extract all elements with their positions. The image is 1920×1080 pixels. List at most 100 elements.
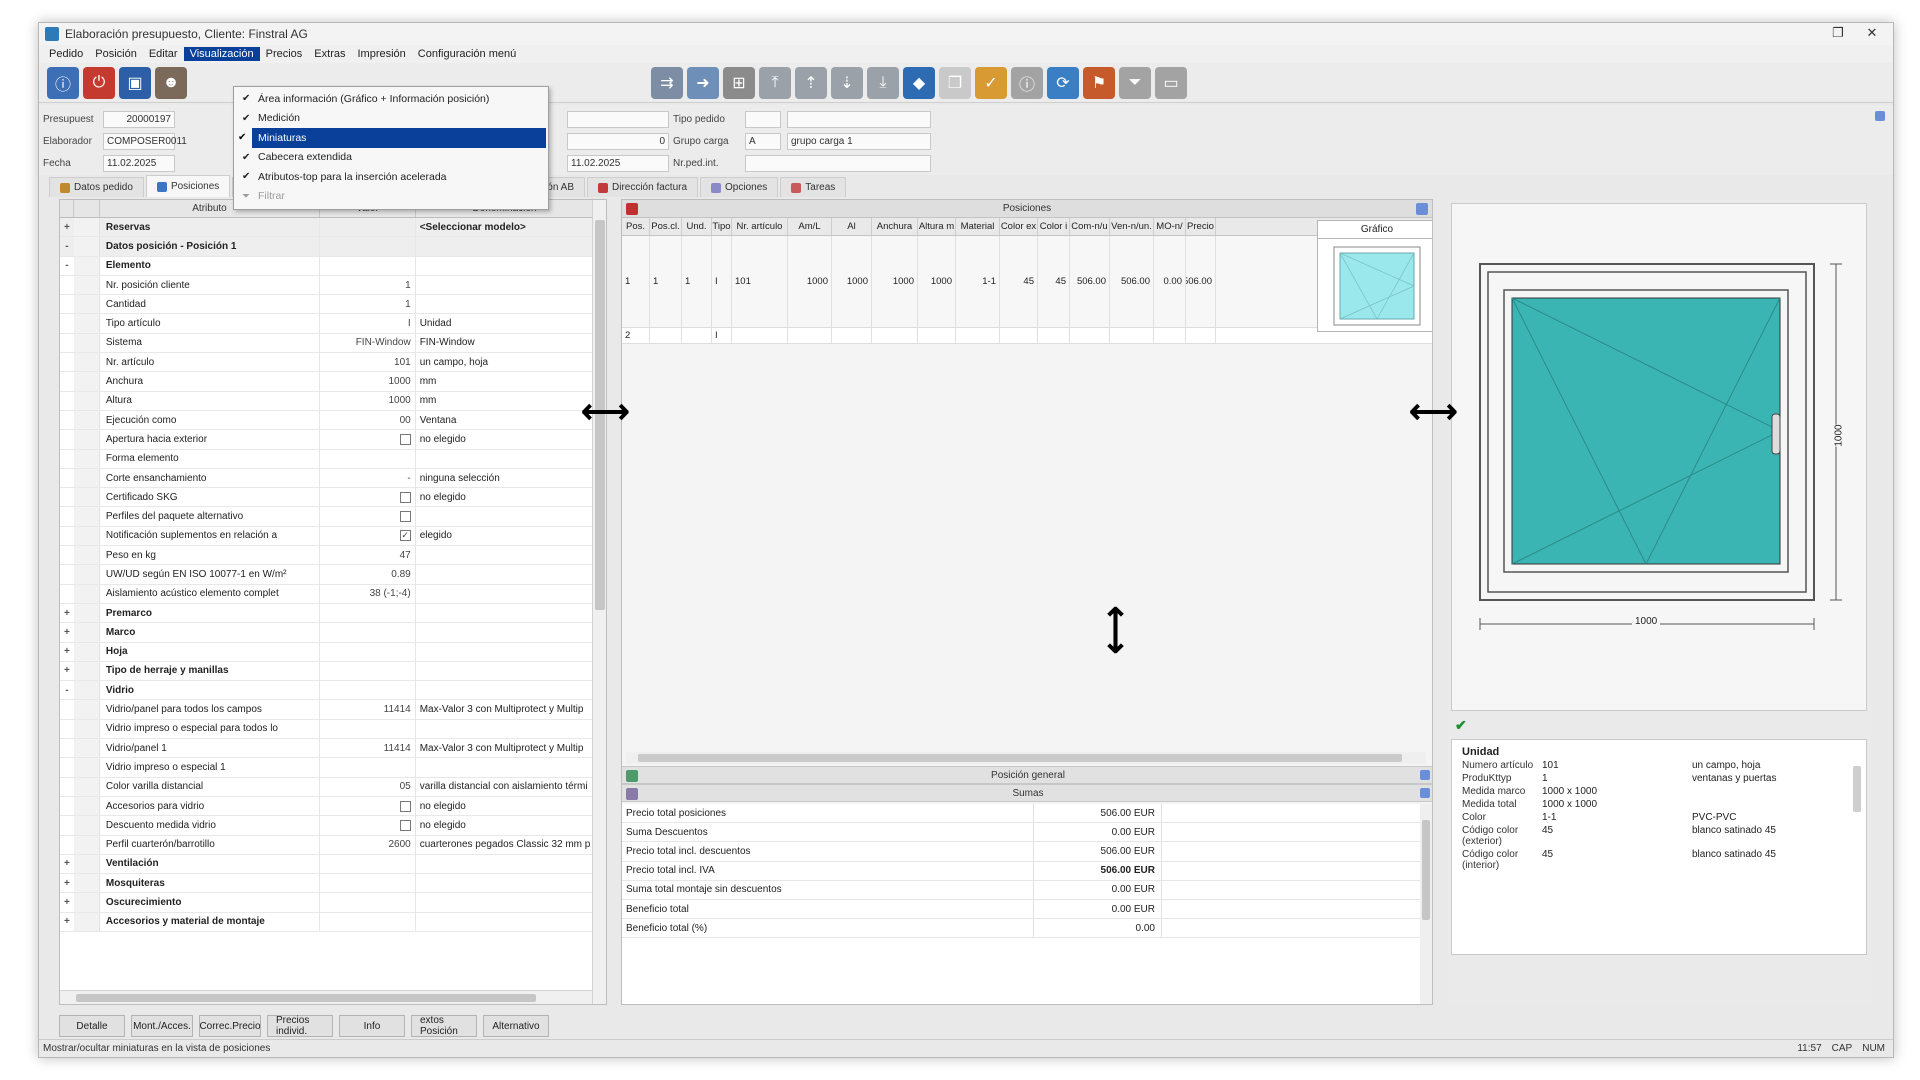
attribute-value[interactable] bbox=[319, 237, 415, 256]
menu-item-1[interactable]: ✔ Medición bbox=[234, 109, 548, 129]
expand-icon[interactable]: + bbox=[60, 858, 74, 869]
window-thumbnail[interactable] bbox=[1318, 239, 1433, 331]
attribute-row[interactable]: Descuento medida vidrio no elegido bbox=[60, 816, 606, 836]
attribute-value[interactable]: ✓ bbox=[319, 526, 415, 546]
attribute-value[interactable] bbox=[319, 854, 415, 874]
attribute-value[interactable] bbox=[319, 256, 415, 275]
attribute-row[interactable]: Notificación suplementos en relación a ✓ e… bbox=[60, 526, 606, 547]
copy-icon[interactable]: ❐ bbox=[939, 66, 971, 99]
attribute-row[interactable]: Perfil cuarterón/barrotillo 2600 cuarteron… bbox=[60, 835, 606, 855]
sums-vscroll[interactable] bbox=[1420, 804, 1432, 1004]
attribute-value[interactable]: 1000 bbox=[319, 391, 415, 410]
attribute-row[interactable]: Forma elemento bbox=[60, 449, 606, 469]
attribute-row[interactable]: Altura 1000 mm bbox=[60, 391, 606, 411]
bottom-button-6[interactable]: Alternativo bbox=[483, 1015, 549, 1037]
menu-item-2[interactable]: ✔ Miniaturas bbox=[238, 128, 546, 148]
attribute-checkbox[interactable] bbox=[399, 511, 411, 523]
arrow-right-icon[interactable]: ➜ bbox=[687, 66, 719, 99]
attribute-value[interactable] bbox=[319, 893, 415, 912]
expand-icon[interactable]: + bbox=[60, 897, 74, 908]
attribute-row[interactable]: Vidrio impreso o especial para todos lo bbox=[60, 719, 606, 740]
sums-bar[interactable]: Sumas bbox=[622, 784, 1432, 802]
menu-item-4[interactable]: ✔ Atributos-top para la inserción acelera… bbox=[234, 167, 548, 187]
tipo-pedido-code[interactable] bbox=[745, 111, 781, 128]
attribute-row[interactable]: Tipo artículo I Unidad bbox=[60, 314, 606, 334]
grupo-carga-code[interactable]: A bbox=[745, 133, 781, 150]
tab-0[interactable]: Datos pedido bbox=[49, 177, 144, 197]
info-icon[interactable]: ⓘ bbox=[47, 66, 79, 99]
down-icon[interactable]: ⇣ bbox=[831, 66, 863, 99]
help-icon[interactable]: ⓘ bbox=[1011, 66, 1043, 99]
bottom-button-3[interactable]: Precios individ. bbox=[267, 1015, 333, 1037]
attribute-checkbox[interactable]: ✓ bbox=[399, 530, 411, 542]
menu-editar[interactable]: Editar bbox=[143, 47, 184, 61]
grid-col-header[interactable]: Pos.cl. bbox=[650, 218, 682, 235]
attribute-row[interactable]: Aislamiento acústico elemento complet 38 … bbox=[60, 584, 606, 604]
clipboard-icon[interactable]: ▭ bbox=[1155, 66, 1187, 99]
attribute-value[interactable] bbox=[319, 430, 415, 449]
attribute-value[interactable]: FIN-Window bbox=[319, 333, 415, 353]
attribute-row[interactable]: Vidrio impreso o especial 1 bbox=[60, 758, 606, 778]
attribute-row[interactable]: Vidrio/panel para todos los campos 11414 M… bbox=[60, 700, 606, 720]
menu-item-0[interactable]: ✔ Área información (Gráfico + Información… bbox=[234, 89, 548, 109]
attribute-row[interactable]: Apertura hacia exterior no elegido bbox=[60, 430, 606, 450]
collapse-icon[interactable]: - bbox=[60, 241, 74, 252]
attribute-value[interactable]: 05 bbox=[319, 777, 415, 796]
tab-6[interactable]: Opciones bbox=[700, 177, 779, 197]
tab-1[interactable]: Posiciones bbox=[145, 175, 231, 197]
grid-col-header[interactable]: Pos. bbox=[622, 218, 650, 235]
fecha2-field[interactable]: 11.02.2025 bbox=[567, 155, 669, 172]
attribute-row[interactable]: Ejecución como 00 Ventana bbox=[60, 410, 606, 431]
up-icon[interactable]: ⇡ bbox=[795, 66, 827, 99]
grid-col-header[interactable]: Und. bbox=[682, 218, 712, 235]
attribute-value[interactable]: 1 bbox=[319, 295, 415, 314]
attribute-value[interactable]: 38 (-1;-4) bbox=[319, 584, 415, 603]
attribute-value[interactable] bbox=[319, 642, 415, 661]
menu-configuracion[interactable]: Configuración menú bbox=[412, 47, 522, 61]
attribute-hscroll[interactable] bbox=[60, 990, 592, 1004]
attribute-vscroll[interactable] bbox=[592, 200, 606, 1004]
tab-7[interactable]: Tareas bbox=[780, 177, 847, 197]
grid-col-header[interactable]: Tipo bbox=[712, 218, 732, 235]
attribute-row[interactable]: + Tipo de herraje y manillas bbox=[60, 661, 606, 682]
bottom-button-0[interactable]: Detalle bbox=[59, 1015, 125, 1037]
grid-col-header[interactable]: Anchura bbox=[872, 218, 918, 235]
attribute-value[interactable]: 11414 bbox=[319, 700, 415, 719]
attribute-value[interactable] bbox=[319, 816, 415, 835]
attribute-row[interactable]: Certificado SKG no elegido bbox=[60, 488, 606, 508]
attribute-value[interactable] bbox=[319, 449, 415, 468]
expand-general-icon[interactable] bbox=[1420, 770, 1430, 780]
move-right-icon[interactable]: ⇉ bbox=[651, 66, 683, 99]
attribute-row[interactable]: + Accesorios y material de montaje bbox=[60, 912, 606, 932]
attribute-row[interactable]: Anchura 1000 mm bbox=[60, 372, 606, 392]
collapse-header-icon[interactable] bbox=[1875, 111, 1885, 121]
positions-hscroll[interactable] bbox=[626, 752, 1426, 764]
attribute-checkbox[interactable] bbox=[399, 819, 411, 831]
menu-posicion[interactable]: Posición bbox=[89, 47, 143, 61]
save-icon[interactable]: ▣ bbox=[119, 66, 151, 99]
attribute-value[interactable] bbox=[319, 603, 415, 623]
grid-col-header[interactable]: Altura m bbox=[918, 218, 956, 235]
attribute-row[interactable]: + Reservas <Seleccionar modelo> bbox=[60, 218, 606, 238]
grid-col-header[interactable]: Nr. artículo bbox=[732, 218, 788, 235]
grid-col-header[interactable]: Ven-n/un. bbox=[1110, 218, 1154, 235]
elaborador-field[interactable]: COMPOSER0011 bbox=[103, 133, 187, 150]
attribute-row[interactable]: Peso en kg 47 bbox=[60, 546, 606, 566]
grid-col-header[interactable]: Material bbox=[956, 218, 1000, 235]
attribute-value[interactable]: 00 bbox=[319, 410, 415, 430]
attribute-value[interactable]: 1 bbox=[319, 275, 415, 295]
attribute-row[interactable]: UW/UD según EN ISO 10077-1 en W/m² 0.89 bbox=[60, 565, 606, 585]
attribute-value[interactable] bbox=[319, 758, 415, 777]
grid-col-header[interactable]: Precio bbox=[1186, 218, 1216, 235]
grid-col-header[interactable]: Color ex bbox=[1000, 218, 1038, 235]
aceptada-field[interactable] bbox=[567, 111, 669, 128]
attribute-row[interactable]: - Datos posición - Posición 1 bbox=[60, 237, 606, 257]
expand-icon[interactable]: + bbox=[60, 222, 74, 233]
attribute-value[interactable] bbox=[319, 661, 415, 681]
grid-col-header[interactable]: MO-n/ bbox=[1154, 218, 1186, 235]
expand-icon[interactable]: + bbox=[60, 646, 74, 657]
resize-vertical-arrow-icon[interactable]: ⟷ bbox=[1096, 606, 1134, 655]
attribute-row[interactable]: - Vidrio bbox=[60, 681, 606, 701]
attribute-value[interactable] bbox=[319, 681, 415, 700]
menu-extras[interactable]: Extras bbox=[308, 47, 351, 61]
